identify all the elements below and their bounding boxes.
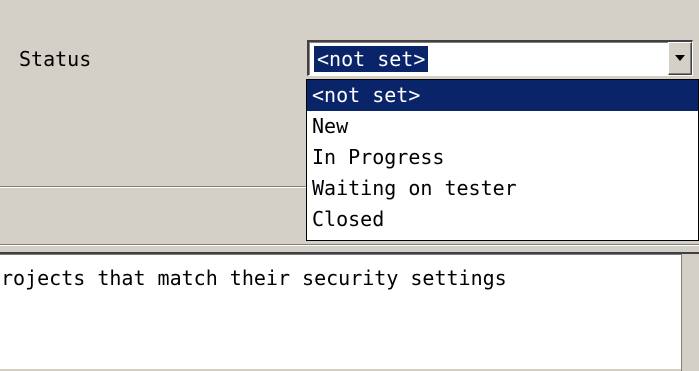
dropdown-arrow-button[interactable] [668,42,692,75]
divider-highlight [0,245,699,246]
status-label: Status [19,47,92,71]
status-option-in-progress[interactable]: In Progress [307,142,698,173]
status-option-new[interactable]: New [307,111,698,142]
description-text: rojects that match their security settin… [1,266,507,290]
status-option-closed[interactable]: Closed [307,204,698,235]
status-option-not-set[interactable]: <not set> [307,80,698,111]
status-select[interactable]: <not set> [307,40,693,76]
status-dropdown-list: <not set> New In Progress Waiting on tes… [306,79,699,241]
vertical-scrollbar[interactable] [681,254,699,371]
description-textbox[interactable]: rojects that match their security settin… [0,252,699,371]
status-select-value: <not set> [314,46,429,72]
status-option-waiting-on-tester[interactable]: Waiting on tester [307,173,698,204]
chevron-down-icon [675,55,685,61]
